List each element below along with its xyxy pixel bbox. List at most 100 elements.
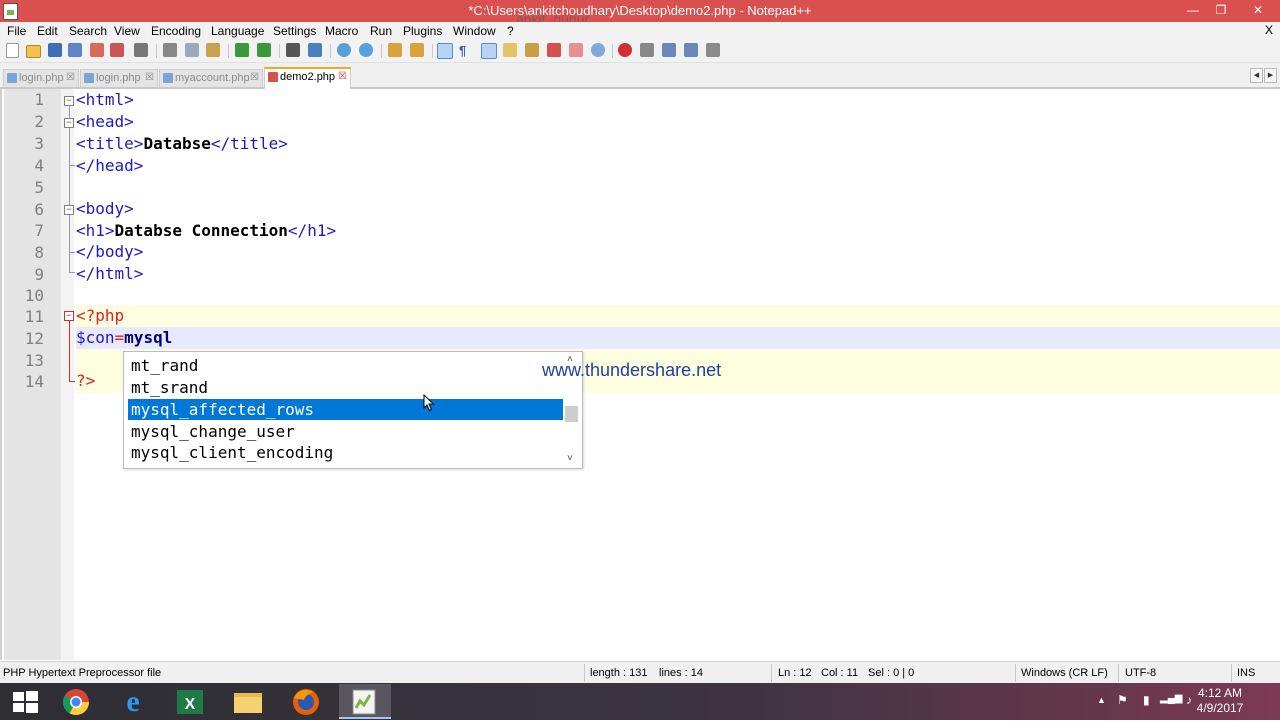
menu-file[interactable]: File: [7, 24, 26, 38]
word-wrap-icon[interactable]: [437, 43, 453, 59]
menu-run[interactable]: Run: [370, 24, 392, 38]
redo-icon[interactable]: [257, 43, 271, 57]
status-separator: [771, 664, 772, 682]
fold-toggle-icon[interactable]: −: [64, 118, 74, 128]
menu-plugins[interactable]: Plugins: [403, 24, 442, 38]
tab-login-php-1[interactable]: login.php ☒: [3, 69, 79, 87]
action-center-flag-icon[interactable]: ⚑: [1117, 693, 1128, 707]
save-all-icon[interactable]: [68, 43, 82, 57]
network-icon[interactable]: ▂▄▆: [1160, 693, 1182, 704]
tab-close-icon[interactable]: ☒: [66, 72, 75, 83]
line-number: 11: [24, 307, 44, 326]
notepad-plus-plus-icon: [352, 689, 376, 715]
tab-scroll-left-icon[interactable]: ◀: [1250, 68, 1263, 83]
file-icon: [7, 73, 17, 83]
taskbar-file-explorer[interactable]: [222, 684, 274, 719]
taskbar-excel[interactable]: X: [164, 684, 216, 719]
folder-as-workspace-icon[interactable]: [569, 43, 583, 57]
restore-button[interactable]: ❐: [1208, 0, 1234, 20]
autocomplete-item[interactable]: mysql_client_encoding: [128, 442, 563, 463]
record-macro-icon[interactable]: [618, 43, 632, 57]
line-number: 13: [24, 351, 44, 370]
site-watermark: www.thundershare.net: [542, 360, 722, 380]
function-list-icon[interactable]: [547, 43, 561, 57]
taskbar-notepad-plus-plus[interactable]: [339, 684, 391, 719]
battery-icon[interactable]: ▮: [1143, 693, 1150, 707]
autocomplete-item[interactable]: mt_rand: [128, 355, 563, 376]
sync-horizontal-icon[interactable]: [410, 43, 424, 57]
tab-close-icon[interactable]: ☒: [250, 72, 259, 83]
start-button[interactable]: [0, 684, 52, 719]
status-insert-mode[interactable]: INS: [1237, 667, 1255, 679]
system-clock[interactable]: 4:12 AM 4/9/2017: [1192, 686, 1248, 716]
taskbar-chrome[interactable]: [50, 684, 102, 719]
toolbar-separator: [330, 44, 331, 58]
toolbar-separator: [228, 44, 229, 58]
menu-macro[interactable]: Macro: [325, 24, 358, 38]
status-eol[interactable]: Windows (CR LF): [1021, 667, 1108, 679]
menu-help[interactable]: ?: [507, 24, 514, 38]
status-encoding[interactable]: UTF-8: [1125, 667, 1156, 679]
php-variable: $con: [76, 328, 115, 347]
scroll-thumb[interactable]: [565, 406, 578, 422]
zoom-in-icon[interactable]: [337, 43, 351, 57]
line-number: 2: [34, 112, 44, 131]
menu-window[interactable]: Window: [453, 24, 496, 38]
tab-login-php-2[interactable]: login.php ☒: [80, 69, 158, 87]
sync-vertical-icon[interactable]: [388, 43, 402, 57]
fold-toggle-icon[interactable]: −: [64, 96, 74, 106]
tray-show-hidden-icon[interactable]: ▲: [1097, 695, 1106, 705]
undo-icon[interactable]: [235, 43, 249, 57]
close-document-button[interactable]: X: [1265, 23, 1273, 37]
tab-close-icon[interactable]: ☒: [145, 72, 154, 83]
taskbar-internet-explorer[interactable]: e: [107, 684, 159, 719]
stop-macro-icon[interactable]: [640, 43, 654, 57]
save-icon[interactable]: [48, 43, 62, 57]
menu-search[interactable]: Search: [69, 24, 107, 38]
paste-icon[interactable]: [206, 43, 220, 57]
play-macro-icon[interactable]: [662, 43, 676, 57]
new-file-icon[interactable]: [6, 43, 19, 58]
tab-demo2-php[interactable]: demo2.php ☒: [264, 67, 351, 89]
cut-icon[interactable]: [163, 43, 177, 57]
document-map-icon[interactable]: [525, 43, 539, 57]
minimize-button[interactable]: —: [1180, 0, 1206, 20]
tab-label: login.php: [96, 72, 141, 84]
menu-encoding[interactable]: Encoding: [151, 24, 201, 38]
zoom-out-icon[interactable]: [359, 43, 373, 57]
save-macro-icon[interactable]: [706, 43, 720, 57]
show-all-characters-icon[interactable]: ¶: [459, 43, 473, 58]
tab-close-icon[interactable]: ☒: [338, 71, 347, 82]
scroll-down-icon[interactable]: ˅: [567, 453, 573, 464]
close-all-icon[interactable]: [110, 43, 124, 57]
taskbar-firefox[interactable]: [280, 684, 332, 719]
status-bar: PHP Hypertext Preprocessor file length :…: [0, 661, 1280, 684]
find-icon[interactable]: [286, 43, 300, 57]
close-file-icon[interactable]: [90, 43, 104, 57]
open-file-icon[interactable]: [26, 45, 41, 58]
menu-view[interactable]: View: [114, 24, 140, 38]
print-icon[interactable]: [134, 43, 148, 57]
status-separator: [584, 664, 585, 682]
autocomplete-item[interactable]: mt_srand: [128, 377, 563, 398]
monitoring-icon[interactable]: [591, 43, 605, 57]
autocomplete-item[interactable]: mysql_change_user: [128, 421, 563, 442]
menu-edit[interactable]: Edit: [37, 24, 58, 38]
fold-toggle-icon[interactable]: −: [64, 205, 74, 215]
indent-guide-icon[interactable]: [481, 43, 497, 59]
tab-scroll-right-icon[interactable]: ▶: [1264, 68, 1277, 83]
copy-icon[interactable]: [185, 43, 199, 57]
folder-icon: [234, 693, 262, 713]
svg-text:e: e: [126, 685, 139, 718]
autocomplete-item-selected[interactable]: mysql_affected_rows: [128, 399, 563, 420]
run-macro-multiple-icon[interactable]: [684, 43, 698, 57]
user-language-icon[interactable]: [503, 43, 517, 57]
close-button[interactable]: ✕: [1236, 0, 1280, 20]
menu-language[interactable]: Language: [211, 24, 264, 38]
fold-guide: [69, 106, 70, 272]
fold-toggle-icon[interactable]: −: [64, 311, 74, 321]
autocomplete-list[interactable]: mt_rand mt_srand mysql_affected_rows mys…: [123, 351, 583, 469]
tab-myaccount-php[interactable]: myaccount.php ☒: [159, 69, 263, 87]
replace-icon[interactable]: [308, 43, 322, 57]
menu-settings[interactable]: Settings: [273, 24, 316, 38]
